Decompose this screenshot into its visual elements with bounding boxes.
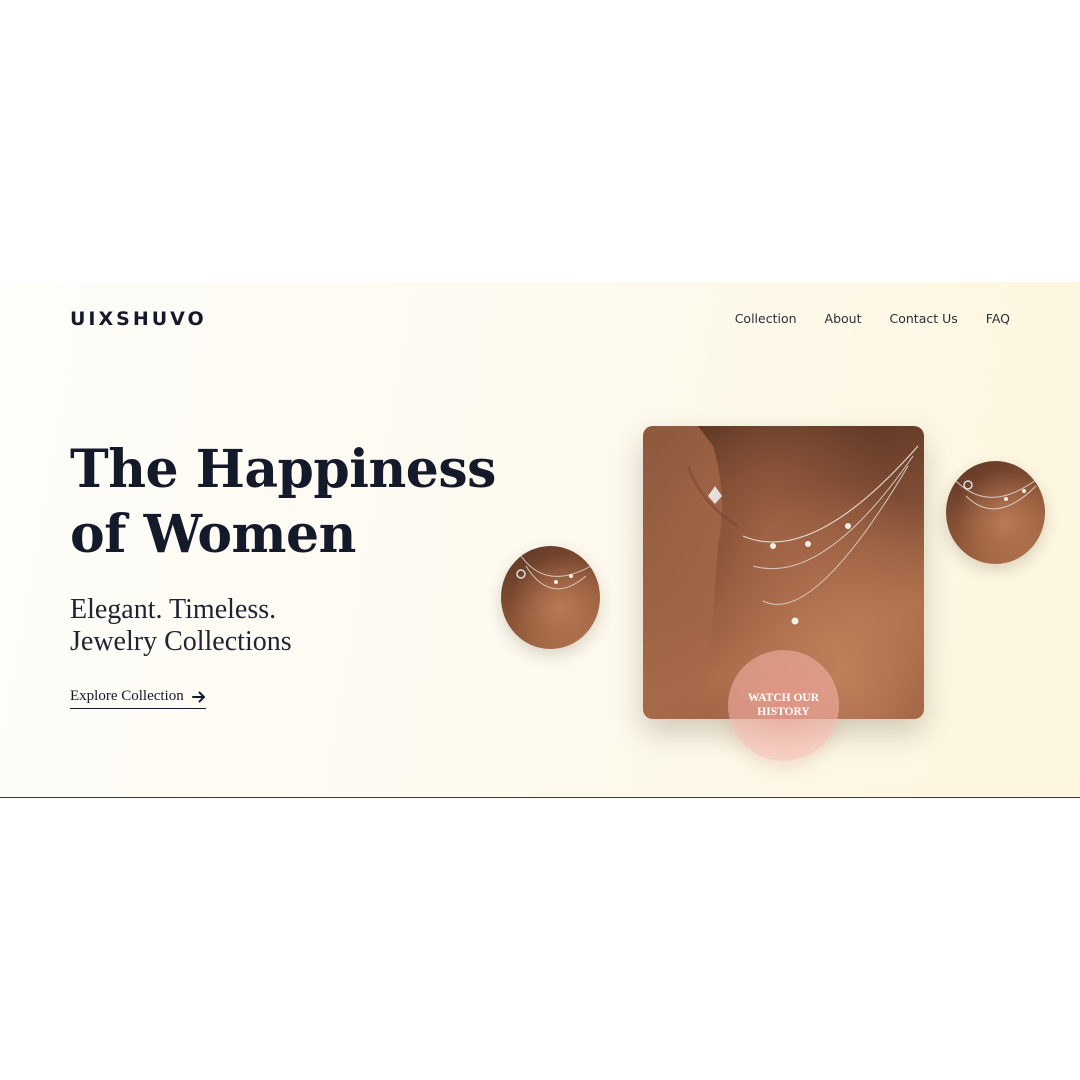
hero-section: UIXSHUVO Collection About Contact Us FAQ… (0, 282, 1080, 798)
jewelry-thumbnail-right[interactable] (946, 461, 1045, 564)
hero-subline-line-1: Elegant. Timeless. (70, 594, 277, 625)
necklace-illustration (516, 555, 592, 590)
explore-collection-label: Explore Collection (70, 688, 184, 704)
main-nav: Collection About Contact Us FAQ (735, 311, 1010, 326)
nav-item-collection[interactable]: Collection (735, 311, 797, 326)
nav-item-about[interactable]: About (825, 311, 862, 326)
necklace-illustration (955, 475, 1042, 510)
nav-item-contact-us[interactable]: Contact Us (890, 311, 958, 326)
arrow-right-icon (191, 691, 205, 702)
jewelry-thumbnail-left[interactable] (501, 546, 600, 649)
explore-collection-link[interactable]: Explore Collection (70, 688, 206, 709)
watch-history-label: WATCH OUR HISTORY (747, 692, 820, 718)
hero-subline: Elegant. Timeless. Jewelry Collections (70, 594, 292, 658)
brand-logo[interactable]: UIXSHUVO (70, 308, 207, 330)
hero-subline-line-2: Jewelry Collections (70, 626, 292, 657)
watch-history-button[interactable]: WATCH OUR HISTORY (728, 650, 839, 761)
hero-headline: The Happiness of Women (70, 439, 496, 565)
nav-item-faq[interactable]: FAQ (986, 311, 1010, 326)
